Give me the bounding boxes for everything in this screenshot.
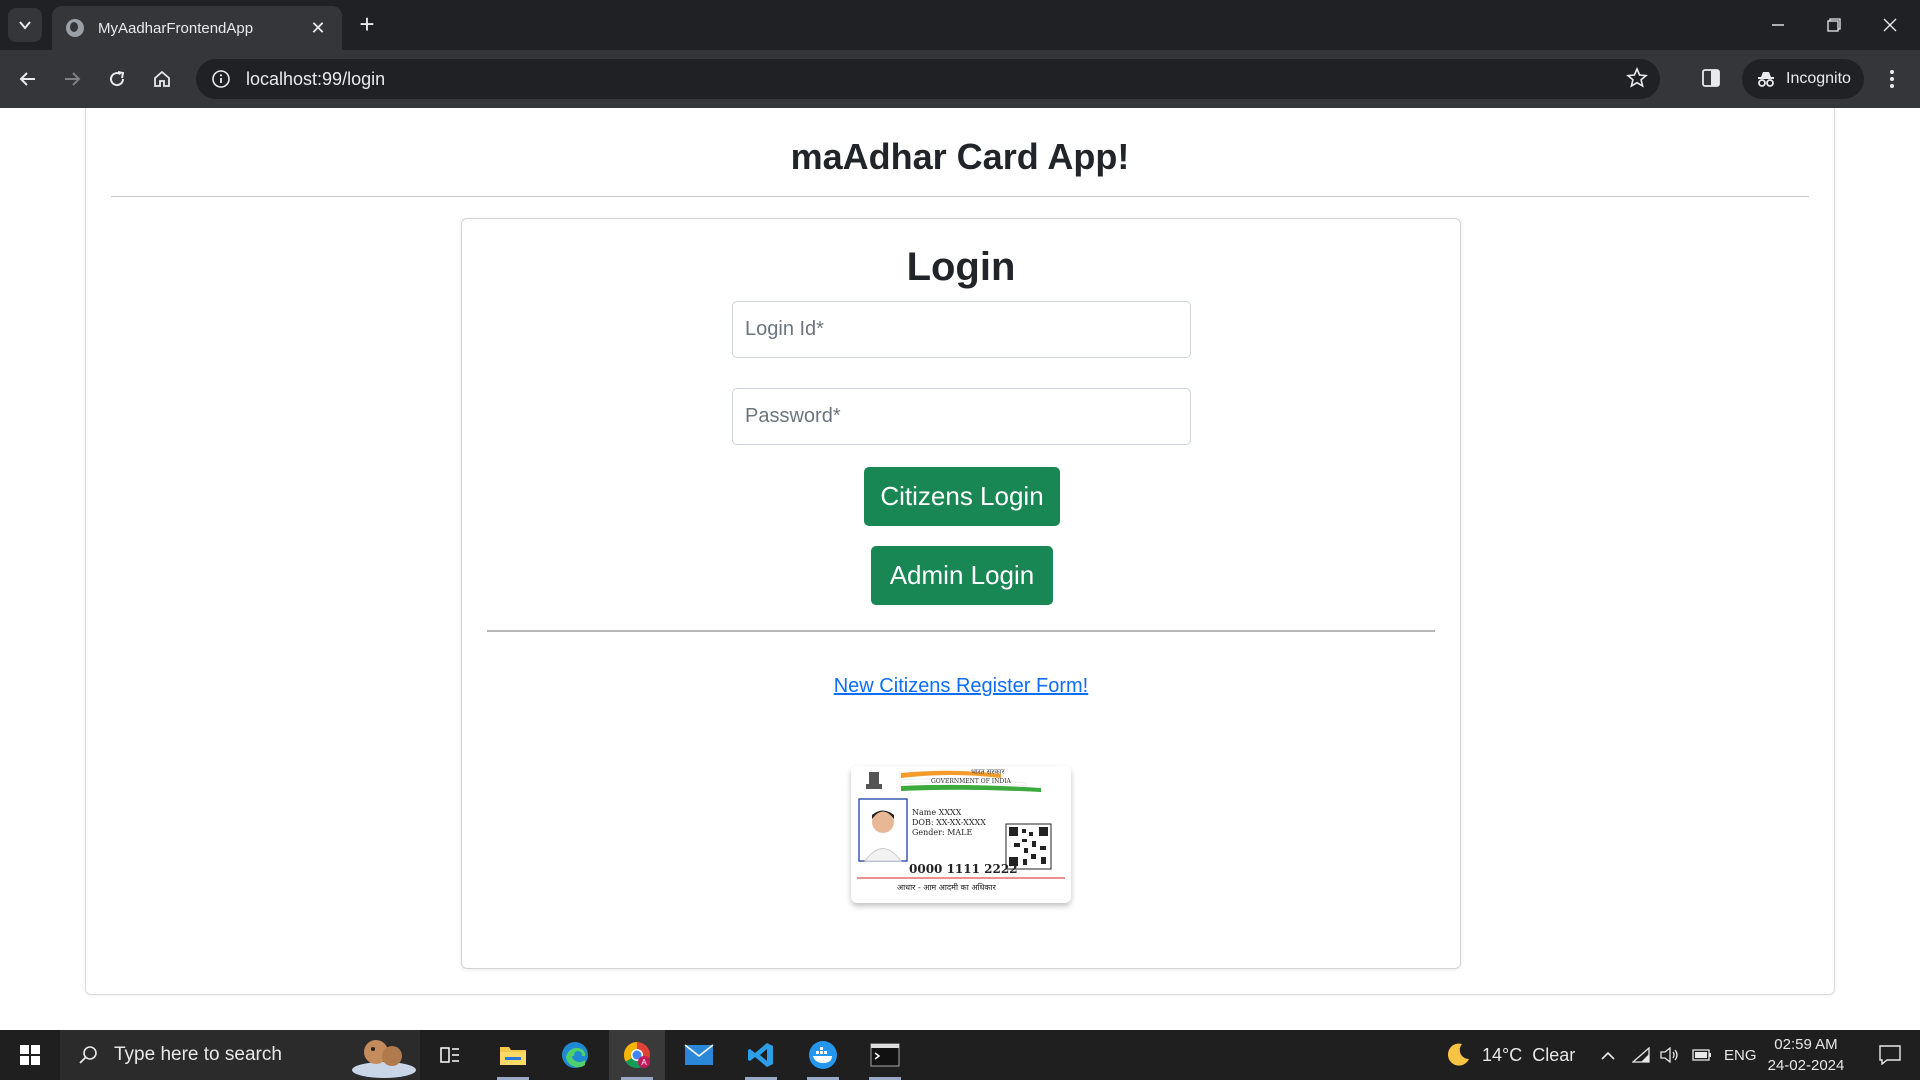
back-button[interactable] [10,61,46,97]
svg-text:A: A [641,1058,647,1067]
taskbar-vscode[interactable] [733,1030,789,1080]
browser-tabstrip: MyAadharFrontendApp ✕ + [0,0,1920,50]
bookmark-star-icon[interactable] [1626,66,1648,94]
aadhar-footer: आधार - आम आदमी का अधिकार [897,883,996,892]
taskbar-chrome[interactable]: A [609,1030,665,1080]
home-icon [154,70,170,87]
taskbar-file-explorer[interactable] [485,1030,541,1080]
login-id-input[interactable] [732,301,1191,358]
language-label: ENG [1724,1046,1757,1064]
notification-center-button[interactable] [1862,1030,1918,1080]
site-info-icon[interactable] [210,68,232,90]
reload-button[interactable] [99,61,135,97]
taskbar-clock[interactable]: 02:59 AM 24-02-2024 [1764,1034,1848,1076]
mail-icon [684,1044,714,1065]
docker-icon [809,1041,837,1069]
taskbar-edge[interactable] [547,1030,603,1080]
weather-widget[interactable]: 14°C Clear [1444,1030,1575,1080]
close-window-button[interactable] [1862,0,1918,50]
taskbar-terminal[interactable] [857,1030,913,1080]
restore-window-button[interactable] [1806,0,1862,50]
taskbar-search[interactable]: Type here to search [60,1030,420,1080]
taskbar-mail[interactable] [671,1030,727,1080]
app-container: maAdhar Card App! Login Citizens Login A… [85,108,1835,995]
aadhar-dob: DOB: XX-XX-XXXX [912,818,986,827]
browser-toolbar: localhost:99/login Incognito [0,50,1920,108]
search-placeholder: Type here to search [114,1044,282,1065]
battery-button[interactable] [1692,1030,1712,1080]
speaker-icon [1660,1047,1678,1063]
home-button[interactable] [144,61,180,97]
minimize-window-button[interactable] [1750,0,1806,50]
volume-button[interactable] [1660,1030,1680,1080]
side-panel-icon[interactable] [1700,67,1722,94]
start-button[interactable] [0,1030,60,1080]
aadhar-number: 0000 1111 2222 [909,862,1018,876]
moon-icon [1447,1043,1469,1066]
edge-icon [562,1042,588,1068]
page-viewport: maAdhar Card App! Login Citizens Login A… [0,108,1920,1030]
taskbar-docker[interactable] [795,1030,851,1080]
search-highlight-icon [352,1040,416,1078]
folder-icon [500,1047,526,1065]
title-divider [111,196,1809,197]
close-tab-icon[interactable]: ✕ [308,18,328,39]
minimize-icon [1772,24,1784,26]
wifi-icon [1632,1047,1650,1063]
windows-taskbar: Type here to search A 14°C Clear ENG 02:… [0,1030,1920,1080]
aadhar-header-hindi: भारत सरकार [971,768,1005,776]
citizens-login-button[interactable]: Citizens Login [864,467,1060,526]
battery-icon [1692,1049,1711,1061]
browser-menu-button[interactable] [1876,63,1908,95]
task-view-button[interactable] [422,1030,478,1080]
terminal-icon [870,1043,900,1067]
incognito-icon [1758,72,1774,87]
new-tab-button[interactable]: + [352,10,382,40]
login-card: Login Citizens Login Admin Login New Cit… [461,218,1461,969]
reload-icon [110,71,125,87]
notification-icon [1879,1045,1901,1065]
task-view-icon [440,1047,459,1063]
browser-tab-active[interactable]: MyAadharFrontendApp ✕ [52,6,342,50]
incognito-label: Incognito [1786,70,1851,87]
aadhar-header-english: GOVERNMENT OF INDIA [931,778,1011,785]
language-indicator[interactable]: ENG [1724,1030,1757,1080]
forward-button[interactable] [54,61,90,97]
windows-logo-icon [20,1045,40,1065]
login-heading: Login [906,245,1016,289]
show-hidden-icons-button[interactable] [1600,1030,1616,1080]
tab-title: MyAadharFrontendApp [98,19,254,37]
chevron-up-icon [1601,1051,1615,1060]
weather-temperature: 14°C [1482,1044,1523,1065]
clock-time: 02:59 AM [1774,1036,1838,1053]
close-icon [1883,18,1897,32]
clock-date: 24-02-2024 [1767,1057,1845,1074]
globe-icon [66,19,84,37]
admin-login-button[interactable]: Admin Login [871,546,1053,605]
search-icon [79,1046,97,1064]
aadhar-name: Name XXXX [912,808,962,817]
more-vert-icon [1890,70,1894,88]
tab-search-button[interactable] [8,8,42,42]
network-button[interactable] [1632,1030,1650,1080]
vscode-icon [748,1043,773,1067]
password-input[interactable] [732,388,1191,445]
chrome-icon: A [623,1041,650,1069]
aadhar-gender: Gender: MALE [912,828,973,837]
register-link-container: New Citizens Register Form! [462,675,1460,698]
weather-description: Clear [1532,1044,1576,1065]
chevron-down-icon [19,21,31,30]
url-text[interactable]: localhost:99/login [246,69,385,90]
login-divider [487,630,1435,632]
aadhar-card-image: भारत सरकार GOVERNMENT OF INDIA Name XXXX… [851,766,1071,903]
arrow-left-icon [19,72,35,86]
arrow-right-icon [65,72,81,86]
restore-icon [1827,18,1841,32]
address-bar[interactable]: localhost:99/login [196,59,1660,99]
national-emblem-icon [866,772,882,789]
app-title: maAdhar Card App! [790,136,1130,177]
incognito-indicator[interactable]: Incognito [1742,59,1864,99]
register-link[interactable]: New Citizens Register Form! [834,675,1089,697]
